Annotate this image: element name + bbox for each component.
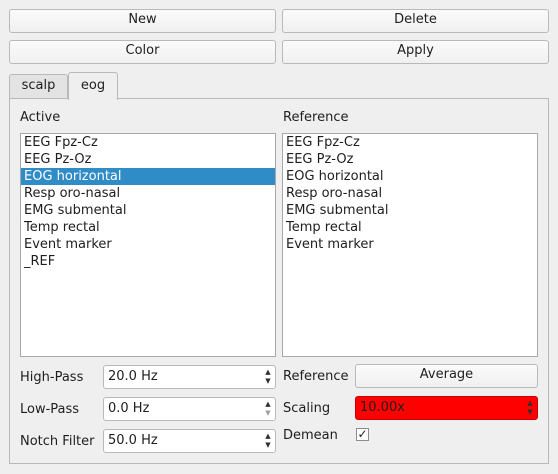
reference-channel-list[interactable]: EEG Fpz-Cz EEG Pz-Oz EOG horizontal Resp or…	[282, 133, 538, 357]
color-button[interactable]: Color	[9, 40, 276, 64]
demean-label: Demean	[283, 428, 338, 443]
demean-checkbox[interactable]: ✓	[356, 428, 369, 441]
lowpass-stepper[interactable]: ▲ ▼	[261, 398, 275, 420]
scaling-label: Scaling	[283, 401, 331, 416]
active-channel-list[interactable]: EEG Fpz-Cz EEG Pz-Oz EOG horizontal Resp or…	[20, 133, 276, 357]
notch-filter-label: Notch Filter	[20, 434, 95, 449]
average-reference-button[interactable]: Average	[355, 364, 538, 388]
list-item[interactable]: Resp oro-nasal	[283, 185, 537, 202]
arrow-down-icon[interactable]: ▼	[265, 441, 270, 450]
lowpass-value: 0.0 Hz	[108, 401, 150, 416]
list-item[interactable]: Event marker	[21, 236, 275, 253]
tab-scalp[interactable]: scalp	[9, 74, 68, 98]
apply-button[interactable]: Apply	[282, 40, 549, 64]
scaling-value: 10.00x	[360, 400, 405, 415]
new-button[interactable]: New	[9, 9, 276, 33]
reference-label: Reference	[283, 369, 349, 384]
highpass-stepper[interactable]: ▲ ▼	[261, 366, 275, 388]
list-item[interactable]: Temp rectal	[283, 219, 537, 236]
lowpass-label: Low-Pass	[20, 402, 80, 417]
list-item[interactable]: EEG Pz-Oz	[21, 151, 275, 168]
notch-filter-value: 50.0 Hz	[108, 433, 158, 448]
arrow-up-icon[interactable]: ▲	[265, 400, 270, 409]
arrow-down-icon[interactable]: ▼	[527, 408, 532, 417]
highpass-value: 20.0 Hz	[108, 369, 158, 384]
list-item[interactable]: EEG Pz-Oz	[283, 151, 537, 168]
arrow-up-icon[interactable]: ▲	[265, 368, 270, 377]
lowpass-spinbox[interactable]: 0.0 Hz ▲ ▼	[103, 397, 276, 421]
delete-button[interactable]: Delete	[282, 9, 549, 33]
list-item[interactable]: Temp rectal	[21, 219, 275, 236]
notch-filter-spinbox[interactable]: 50.0 Hz ▲ ▼	[103, 429, 276, 453]
scaling-spinbox[interactable]: 10.00x ▲ ▼	[355, 396, 538, 420]
list-item[interactable]: Resp oro-nasal	[21, 185, 275, 202]
arrow-down-icon[interactable]: ▼	[265, 377, 270, 386]
arrow-up-icon[interactable]: ▲	[527, 399, 532, 408]
list-item[interactable]: EOG horizontal	[21, 168, 275, 185]
list-item[interactable]: _REF	[21, 253, 275, 270]
list-item[interactable]: EEG Fpz-Cz	[283, 134, 537, 151]
list-item[interactable]: EOG horizontal	[283, 168, 537, 185]
tab-eog[interactable]: eog	[68, 72, 118, 100]
active-list-label: Active	[20, 110, 61, 125]
list-item[interactable]: EMG submental	[21, 202, 275, 219]
list-item[interactable]: EEG Fpz-Cz	[21, 134, 275, 151]
notch-filter-stepper[interactable]: ▲ ▼	[261, 430, 275, 452]
arrow-up-icon[interactable]: ▲	[265, 432, 270, 441]
checkmark-icon: ✓	[357, 427, 368, 441]
list-item[interactable]: Event marker	[283, 236, 537, 253]
highpass-spinbox[interactable]: 20.0 Hz ▲ ▼	[103, 365, 276, 389]
arrow-down-icon[interactable]: ▼	[265, 409, 270, 418]
highpass-label: High-Pass	[20, 370, 84, 385]
list-item[interactable]: EMG submental	[283, 202, 537, 219]
reference-list-label: Reference	[283, 110, 349, 125]
scaling-stepper[interactable]: ▲ ▼	[523, 397, 537, 419]
